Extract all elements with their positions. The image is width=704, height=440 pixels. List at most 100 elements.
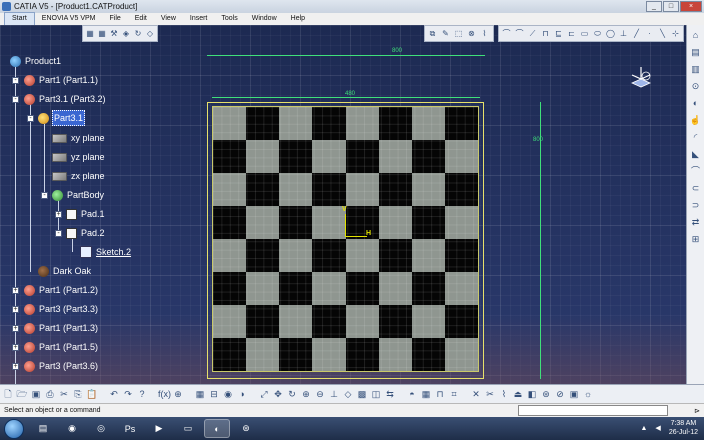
rotate-icon[interactable]: ↻ xyxy=(286,388,298,400)
chessboard-part[interactable] xyxy=(212,106,479,372)
media-taskbar-icon[interactable]: ▶ xyxy=(146,419,172,438)
tools-icon[interactable]: ⚒ xyxy=(109,28,119,39)
network-icon[interactable]: ▲ xyxy=(640,425,647,432)
section-icon[interactable]: ◧ xyxy=(526,388,538,400)
iso-view-icon[interactable]: ◇ xyxy=(342,388,354,400)
tree-item-dark-oak[interactable]: Dark Oak xyxy=(38,263,92,279)
tree-item-pad2[interactable]: Pad.2 xyxy=(66,225,106,241)
tree-item-part1-1[interactable]: Part1 (Part1.1) xyxy=(24,72,99,88)
select-icon[interactable]: ⬚ xyxy=(453,28,464,39)
tree-item-part3-3[interactable]: Part3 (Part3.3) xyxy=(24,301,99,317)
copy-icon[interactable]: ⎘ xyxy=(72,388,84,400)
trim-icon[interactable]: ✂ xyxy=(484,388,496,400)
analysis-icon[interactable]: ⊛ xyxy=(540,388,552,400)
new-icon[interactable]: 🗋 xyxy=(2,388,14,400)
volume-icon[interactable]: ◀ xyxy=(655,424,660,432)
pan-icon[interactable]: ✥ xyxy=(272,388,284,400)
help-icon[interactable]: ? xyxy=(136,388,148,400)
shape-icon[interactable]: ◇ xyxy=(145,28,155,39)
tree-item-zx-plane[interactable]: zx plane xyxy=(52,168,106,184)
print-icon[interactable]: ⎙ xyxy=(44,388,56,400)
light-icon[interactable]: ☼ xyxy=(582,388,594,400)
mirror-icon[interactable]: ⇄ xyxy=(690,216,702,228)
curve-icon[interactable]: ⌒ xyxy=(514,28,525,39)
paste-icon[interactable]: 📋 xyxy=(86,388,98,400)
tree-item-pad1[interactable]: Pad.1 xyxy=(66,206,106,222)
grid-icon[interactable]: ▦ xyxy=(85,28,95,39)
normal-icon[interactable]: ⊥ xyxy=(328,388,340,400)
expand-toggle[interactable]: + xyxy=(55,211,62,218)
command-input[interactable] xyxy=(518,405,668,416)
cut-icon[interactable]: ⧉ xyxy=(427,28,438,39)
curve-icon[interactable]: ⌒ xyxy=(501,28,512,39)
photoshop-taskbar-icon[interactable]: Ps xyxy=(117,419,143,438)
folder-taskbar-icon[interactable]: ▭ xyxy=(175,419,201,438)
tree-item-partbody[interactable]: PartBody xyxy=(52,187,105,203)
expand-toggle[interactable]: + xyxy=(12,287,19,294)
menu-edit[interactable]: Edit xyxy=(128,13,154,25)
link-icon[interactable]: ⊗ xyxy=(466,28,477,39)
menu-tools[interactable]: Tools xyxy=(214,13,244,25)
fit-all-icon[interactable]: ⤢ xyxy=(258,388,270,400)
menu-enovia[interactable]: ENOVIA V5 VPM xyxy=(35,13,103,25)
constraint-icon[interactable]: ⊓ xyxy=(434,388,446,400)
menu-help[interactable]: Help xyxy=(284,13,312,25)
expand-toggle[interactable]: - xyxy=(55,230,62,237)
cursor-icon[interactable]: ☝ xyxy=(690,114,702,126)
fillet-icon[interactable]: ◜ xyxy=(690,131,702,143)
pocket-icon[interactable]: ▥ xyxy=(690,63,702,75)
snap-icon[interactable]: ⌗ xyxy=(448,388,460,400)
menu-insert[interactable]: Insert xyxy=(183,13,215,25)
cut-icon[interactable]: ✂ xyxy=(58,388,70,400)
expand-toggle[interactable]: - xyxy=(12,96,19,103)
constraint-icon[interactable]: ⊓ xyxy=(540,28,551,39)
line-icon[interactable]: ╲ xyxy=(657,28,668,39)
thickness-icon[interactable]: ⊃ xyxy=(690,199,702,211)
app-taskbar-icon[interactable]: ⊛ xyxy=(233,419,259,438)
menu-window[interactable]: Window xyxy=(245,13,284,25)
axis-icon[interactable]: ⊹ xyxy=(670,28,681,39)
grid-icon[interactable]: ▦ xyxy=(420,388,432,400)
maximize-button[interactable]: □ xyxy=(663,1,679,12)
shape-icon[interactable]: ◈ xyxy=(121,28,131,39)
tree-item-xy-plane[interactable]: xy plane xyxy=(52,130,106,146)
view-icon[interactable]: ⊟ xyxy=(208,388,220,400)
tree-item-part3-6[interactable]: Part3 (Part3.6) xyxy=(24,358,99,374)
expand-toggle[interactable]: - xyxy=(41,192,48,199)
redo-icon[interactable]: ↷ xyxy=(122,388,134,400)
point-icon[interactable]: · xyxy=(644,28,655,39)
pencil-icon[interactable]: ✎ xyxy=(440,28,451,39)
normal-view-icon[interactable]: ▦ xyxy=(194,388,206,400)
tree-item-part3-1[interactable]: Part3.1 xyxy=(38,110,86,126)
profile-icon[interactable]: ⊑ xyxy=(553,28,564,39)
circle-icon[interactable]: ◯ xyxy=(605,28,616,39)
explorer-taskbar-icon[interactable]: ▤ xyxy=(30,419,56,438)
hole-icon[interactable]: ⊙ xyxy=(690,80,702,92)
grid-icon[interactable]: ▦ xyxy=(97,28,107,39)
expand-toggle[interactable]: + xyxy=(12,325,19,332)
cut-icon[interactable]: ✕ xyxy=(470,388,482,400)
oval-icon[interactable]: ⬭ xyxy=(592,28,603,39)
catia-taskbar-icon[interactable]: ◐ xyxy=(204,419,230,438)
line-icon[interactable]: ╱ xyxy=(631,28,642,39)
expand-toggle[interactable]: + xyxy=(12,363,19,370)
tree-item-yz-plane[interactable]: yz plane xyxy=(52,149,106,165)
firefox-taskbar-icon[interactable]: ◎ xyxy=(88,419,114,438)
close-button[interactable]: × xyxy=(680,1,702,12)
shading-icon[interactable]: ▩ xyxy=(356,388,368,400)
zoom-in-icon[interactable]: ⊕ xyxy=(300,388,312,400)
chamfer-icon[interactable]: ◣ xyxy=(690,148,702,160)
expand-toggle[interactable]: - xyxy=(27,115,34,122)
expand-toggle[interactable]: - xyxy=(12,77,19,84)
rectangle-icon[interactable]: ▭ xyxy=(579,28,590,39)
sketch-icon[interactable]: ⌇ xyxy=(479,28,490,39)
measure-icon[interactable]: ⊕ xyxy=(172,388,184,400)
formula-icon[interactable]: f(x) xyxy=(158,388,171,400)
tree-item-part3-2[interactable]: Part3.1 (Part3.2) xyxy=(24,91,107,107)
expand-toggle[interactable]: + xyxy=(12,344,19,351)
sketch-icon[interactable]: ⌂ xyxy=(690,29,702,41)
chrome-taskbar-icon[interactable]: ◉ xyxy=(59,419,85,438)
sketch-icon[interactable]: ⌇ xyxy=(498,388,510,400)
menu-start[interactable]: Start xyxy=(4,12,35,26)
pattern-icon[interactable]: ⊞ xyxy=(690,233,702,245)
